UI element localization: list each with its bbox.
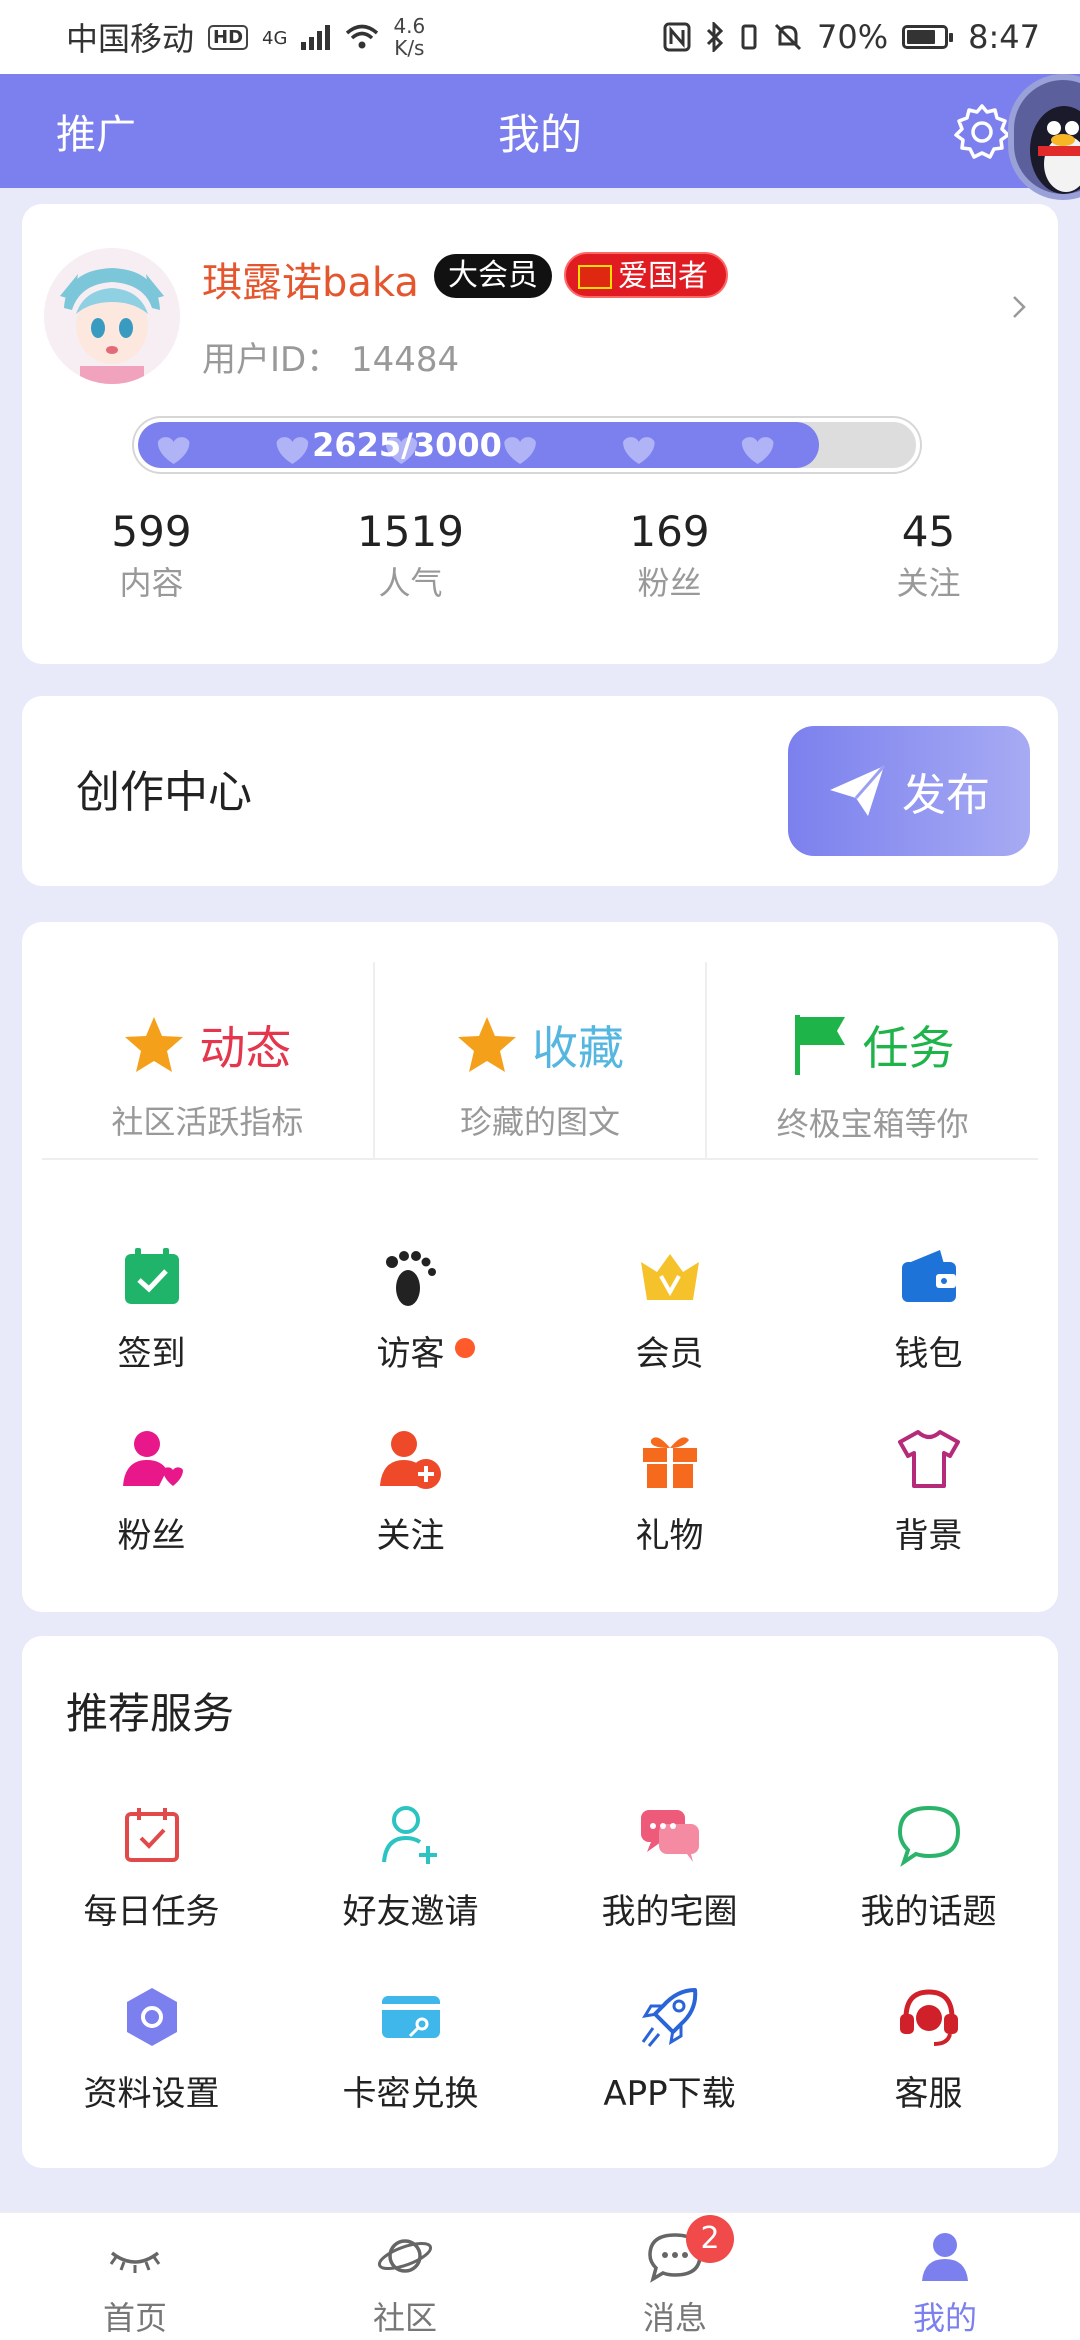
calendar-check-icon <box>124 1248 179 1304</box>
china-flag-icon <box>578 265 612 289</box>
hd-icon: HD <box>208 24 249 50</box>
grid-item-visitors[interactable]: 访客 <box>281 1244 540 1375</box>
service-customer-support[interactable]: 客服 <box>799 1984 1058 2115</box>
experience-text: 2625/3000 <box>312 426 502 464</box>
highlight-dynamics[interactable]: 动态 社区活跃指标 <box>42 962 375 1158</box>
username: 琪露诺baka <box>202 260 419 306</box>
paper-plane-icon <box>830 765 886 816</box>
mute-bell-icon <box>774 23 802 51</box>
feature-grid-row-2: 粉丝 关注 礼物 背景 <box>22 1426 1058 1557</box>
crown-icon <box>640 1254 699 1300</box>
signal-icon <box>301 25 331 50</box>
service-invite-friend[interactable]: 好友邀请 <box>281 1802 540 1933</box>
service-my-topics[interactable]: 我的话题 <box>799 1802 1058 1933</box>
anime-avatar-image <box>44 248 180 384</box>
grid-item-member[interactable]: 会员 <box>540 1244 799 1375</box>
carrier-label: 中国移动 <box>66 20 195 58</box>
invite-friend-icon <box>381 1806 437 1864</box>
eye-icon <box>109 2251 161 2273</box>
stat-fans[interactable]: 169 粉丝 <box>540 504 799 606</box>
highlight-tasks[interactable]: 任务 终极宝箱等你 <box>707 962 1038 1158</box>
user-add-icon <box>379 1431 441 1489</box>
service-my-circle[interactable]: 我的宅圈 <box>540 1802 799 1933</box>
avatar[interactable] <box>44 248 180 384</box>
card-key-icon <box>381 1996 440 2038</box>
patriot-badge: 爱国者 <box>564 252 728 298</box>
highlight-row: 动态 社区活跃指标 收藏 珍藏的图文 任务 终极宝箱等你 <box>42 962 1038 1160</box>
headset-icon <box>899 1989 958 2046</box>
feature-grid-row-1: 签到 访客 会员 钱包 <box>22 1244 1058 1375</box>
user-heart-icon <box>122 1431 183 1486</box>
flag-icon <box>794 1015 845 1075</box>
battery-percent: 70% <box>817 18 889 56</box>
bottom-tab-bar: 首页 社区 消息 2 我的 <box>0 2212 1080 2340</box>
tab-home[interactable]: 首页 <box>0 2213 270 2340</box>
vibrate-icon <box>741 24 757 50</box>
user-id: 用户ID： 14484 <box>202 340 460 380</box>
bluetooth-icon <box>706 22 724 52</box>
grid-item-fans[interactable]: 粉丝 <box>22 1426 281 1557</box>
star-icon <box>125 1017 184 1072</box>
grid-item-checkin[interactable]: 签到 <box>22 1244 281 1375</box>
network-type: 4G <box>262 28 288 49</box>
star-icon <box>458 1017 516 1072</box>
services-title: 推荐服务 <box>66 1689 235 1738</box>
daily-task-icon <box>124 1808 179 1862</box>
grid-item-gift[interactable]: 礼物 <box>540 1426 799 1557</box>
gift-icon <box>642 1437 697 1488</box>
tshirt-icon <box>897 1430 960 1488</box>
rocket-icon <box>641 1988 697 2047</box>
penguin-icon <box>1030 106 1080 194</box>
page-title: 我的 <box>497 109 582 159</box>
planet-icon <box>377 2239 433 2273</box>
service-daily-task[interactable]: 每日任务 <box>22 1802 281 1933</box>
grid-item-follow[interactable]: 关注 <box>281 1426 540 1557</box>
profile-card[interactable]: 琪露诺baka 大会员 爱国者 用户ID： 14484 2625/3000 59… <box>22 204 1058 664</box>
chat-bubble-icon <box>897 1805 960 1867</box>
vip-badge: 大会员 <box>434 254 552 298</box>
clock: 8:47 <box>968 18 1040 56</box>
creation-center-label: 创作中心 <box>76 767 252 818</box>
new-visitor-dot <box>454 1338 475 1358</box>
profile-stats: 599 内容 1519 人气 169 粉丝 45 关注 <box>22 504 1058 606</box>
footprint-icon <box>385 1251 436 1306</box>
creation-center-card: 创作中心 发布 <box>22 696 1058 886</box>
status-bar: 中国移动 HD 4G 4.6 K/s 70% 8:47 <box>0 0 1080 74</box>
tab-messages[interactable]: 消息 2 <box>540 2213 810 2340</box>
network-speed: 4.6 K/s <box>393 14 426 60</box>
battery-icon <box>902 25 954 49</box>
stat-popularity[interactable]: 1519 人气 <box>281 504 540 606</box>
features-card: 动态 社区活跃指标 收藏 珍藏的图文 任务 终极宝箱等你 签到 访客 会员 钱包… <box>22 922 1058 1612</box>
top-app-bar: 推广 我的 <box>0 74 1080 188</box>
service-profile-settings[interactable]: 资料设置 <box>22 1984 281 2115</box>
stat-following[interactable]: 45 关注 <box>799 504 1058 606</box>
wallet-icon <box>901 1250 956 1302</box>
nfc-icon <box>663 22 691 52</box>
chevron-right-icon[interactable] <box>1006 294 1032 320</box>
highlight-favorites[interactable]: 收藏 珍藏的图文 <box>375 962 708 1158</box>
services-row-1: 每日任务 好友邀请 我的宅圈 我的话题 <box>22 1802 1058 1933</box>
gear-icon[interactable] <box>952 102 1012 162</box>
unread-badge: 2 <box>686 2215 734 2263</box>
grid-item-background[interactable]: 背景 <box>799 1426 1058 1557</box>
chat-bubbles-icon <box>640 1810 699 1862</box>
user-icon <box>922 2233 968 2281</box>
publish-button[interactable]: 发布 <box>788 726 1030 856</box>
services-row-2: 资料设置 卡密兑换 APP下载 客服 <box>22 1984 1058 2115</box>
service-app-download[interactable]: APP下载 <box>540 1984 799 2115</box>
stat-content[interactable]: 599 内容 <box>22 504 281 606</box>
service-card-redeem[interactable]: 卡密兑换 <box>281 1984 540 2115</box>
wifi-icon <box>346 24 379 49</box>
grid-item-wallet[interactable]: 钱包 <box>799 1244 1058 1375</box>
hexagon-settings-icon <box>126 1988 177 2046</box>
recommended-services-card: 推荐服务 每日任务 好友邀请 我的宅圈 我的话题 资料设置 卡密兑换 APP下载… <box>22 1636 1058 2168</box>
tab-mine[interactable]: 我的 <box>810 2213 1080 2340</box>
tab-community[interactable]: 社区 <box>270 2213 540 2340</box>
experience-progress-bar: 2625/3000 <box>134 418 920 472</box>
promo-button[interactable]: 推广 <box>56 102 136 160</box>
